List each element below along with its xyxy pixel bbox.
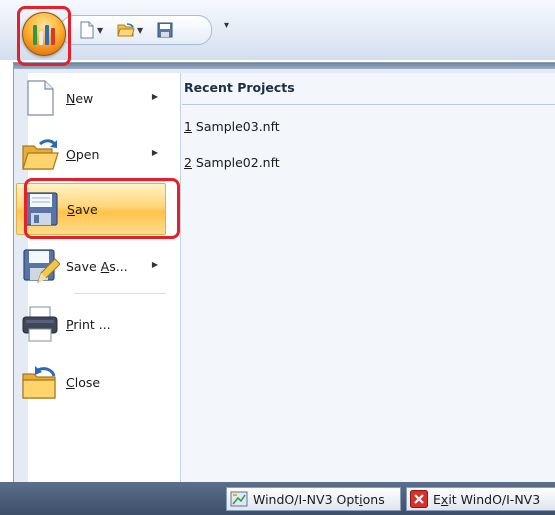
printer-icon (20, 304, 60, 344)
recent-project-item[interactable]: 2 Sample02.nft (184, 155, 280, 170)
chevron-down-icon: ▼ (137, 25, 144, 35)
save-disk-icon (157, 22, 173, 38)
exit-button-label: Exit WindO/I-NV3 (433, 491, 541, 507)
qat-save-button[interactable] (157, 20, 173, 40)
options-icon (230, 490, 248, 508)
chevron-down-icon: ▼ (97, 25, 104, 35)
menu-separator (74, 293, 166, 294)
app-orb-highlight (17, 6, 71, 66)
menu-item-label: Close (66, 374, 101, 390)
menu-item-new[interactable]: New ▶ (16, 72, 166, 124)
submenu-arrow-icon: ▶ (151, 148, 158, 157)
qat-new-button[interactable]: ▼ (79, 20, 103, 40)
menu-top-edge (14, 63, 555, 69)
options-button[interactable]: WindO/I-NV3 Options (226, 487, 401, 511)
new-document-icon (20, 78, 60, 118)
submenu-arrow-icon: ▶ (151, 92, 158, 101)
recent-projects-divider (182, 104, 555, 105)
application-window: ▼ ▼ ▾ New ▶ Open ▶ Save Save As... ▶ Pri… (0, 0, 555, 515)
menu-item-label: Print ... (66, 316, 111, 332)
quick-access-toolbar: ▼ ▼ (60, 15, 212, 45)
open-folder-icon (20, 134, 60, 174)
recent-projects-heading: Recent Projects (184, 80, 295, 95)
menu-item-label: Save As... (66, 258, 128, 274)
open-folder-icon (117, 23, 135, 37)
recent-projects-panel (181, 73, 555, 485)
save-as-icon (20, 246, 61, 286)
menu-item-close[interactable]: Close (16, 356, 166, 408)
menu-item-save-as[interactable]: Save As... ▶ (16, 240, 166, 292)
new-document-icon (80, 21, 94, 39)
exit-button[interactable]: Exit WindO/I-NV3 (406, 487, 555, 511)
title-bar: ▼ ▼ ▾ (0, 0, 555, 60)
menu-item-open[interactable]: Open ▶ (16, 128, 166, 180)
customize-arrow-icon[interactable]: ▾ (224, 20, 229, 31)
menu-item-label: Open (66, 146, 100, 162)
close-folder-icon (20, 362, 60, 402)
qat-open-button[interactable]: ▼ (117, 20, 143, 40)
save-highlight (24, 178, 180, 239)
exit-x-icon (410, 490, 428, 508)
menu-item-print[interactable]: Print ... (16, 298, 166, 350)
options-button-label: WindO/I-NV3 Options (253, 491, 385, 507)
recent-project-item[interactable]: 1 Sample03.nft (184, 119, 280, 134)
submenu-arrow-icon: ▶ (151, 260, 158, 269)
menu-item-label: New (66, 90, 94, 106)
